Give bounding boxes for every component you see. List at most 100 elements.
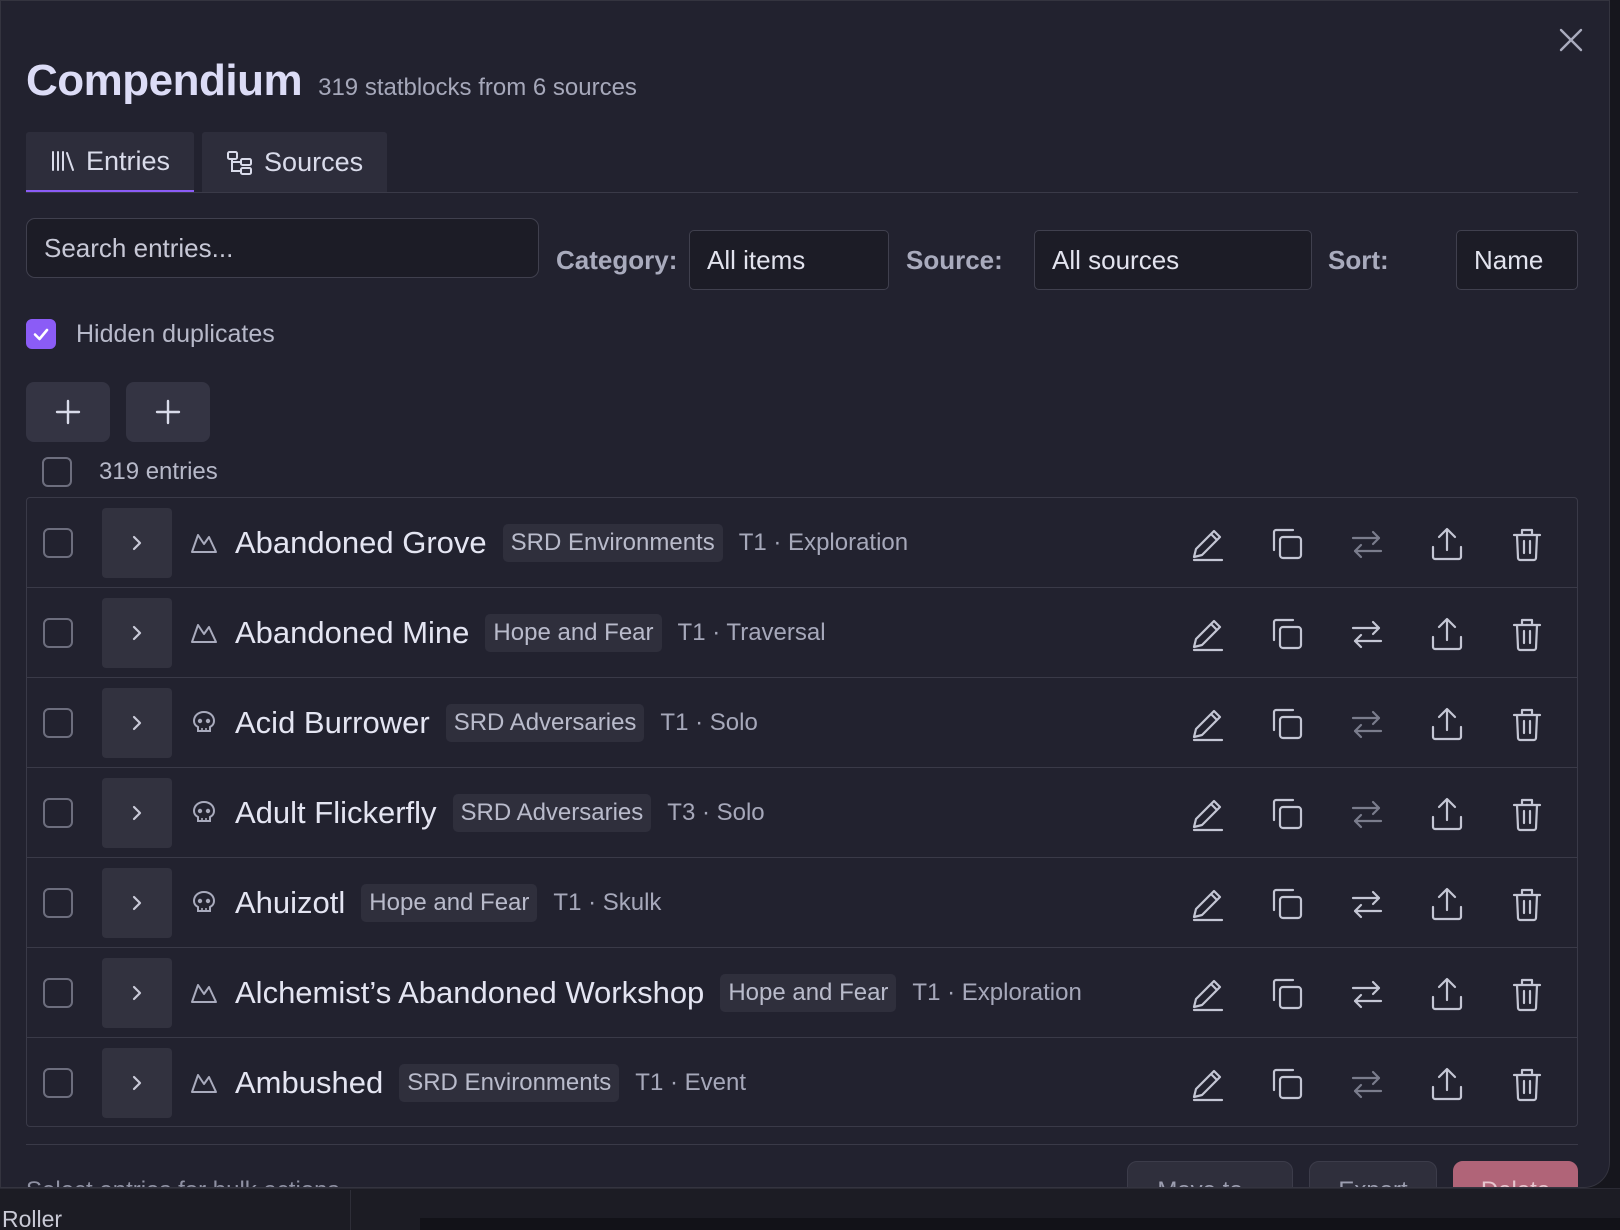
upload-icon <box>1431 1067 1463 1101</box>
filter-bar: Category: All items Source: All sources … <box>26 218 1578 290</box>
close-icon <box>1559 28 1583 52</box>
move-button[interactable] <box>1343 610 1391 658</box>
edit-button[interactable] <box>1183 790 1231 838</box>
expand-button[interactable] <box>102 958 172 1028</box>
select-all-checkbox[interactable] <box>42 457 72 487</box>
expand-button[interactable] <box>102 508 172 578</box>
delete-entry-button[interactable] <box>1503 790 1551 838</box>
source-select[interactable]: All sources <box>1034 230 1312 290</box>
edit-button[interactable] <box>1183 1060 1231 1108</box>
chevron-right-icon <box>132 625 142 641</box>
bulk-actions-hint: Select entries for bulk actions <box>26 1177 340 1187</box>
duplicate-button[interactable] <box>1263 970 1311 1018</box>
entry-name[interactable]: Acid Burrower <box>235 705 430 741</box>
export-button[interactable]: Export <box>1309 1161 1437 1187</box>
row-checkbox[interactable] <box>43 1068 73 1098</box>
duplicate-button[interactable] <box>1263 610 1311 658</box>
upload-icon <box>1431 707 1463 741</box>
table-row[interactable]: Alchemist’s Abandoned Workshop Hope and F… <box>27 948 1577 1038</box>
move-button[interactable] <box>1343 700 1391 748</box>
delete-entry-button[interactable] <box>1503 1060 1551 1108</box>
hidden-duplicates-checkbox[interactable] <box>26 319 56 349</box>
row-checkbox[interactable] <box>43 708 73 738</box>
upload-icon <box>1431 527 1463 561</box>
entry-name[interactable]: Adult Flickerfly <box>235 795 437 831</box>
entry-meta: T1 · Traversal <box>677 619 826 646</box>
move-button[interactable] <box>1343 1060 1391 1108</box>
entry-name[interactable]: Ahuizotl <box>235 885 345 921</box>
entry-name[interactable]: Abandoned Mine <box>235 615 469 651</box>
duplicate-button[interactable] <box>1263 700 1311 748</box>
background-panel <box>420 1218 1620 1230</box>
edit-button[interactable] <box>1183 880 1231 928</box>
delete-entry-button[interactable] <box>1503 610 1551 658</box>
library-icon <box>52 151 74 171</box>
row-actions <box>1183 520 1551 568</box>
trash-icon <box>1512 978 1542 1012</box>
expand-button[interactable] <box>102 778 172 848</box>
sort-select[interactable]: Name <box>1456 230 1578 290</box>
swap-icon <box>1351 620 1383 649</box>
delete-entry-button[interactable] <box>1503 970 1551 1018</box>
expand-button[interactable] <box>102 1048 172 1118</box>
table-row[interactable]: Abandoned Grove SRD Environments T1 · Expl… <box>27 498 1577 588</box>
search-input[interactable] <box>26 218 539 278</box>
table-row[interactable]: Ahuizotl Hope and Fear T1 · Skulk <box>27 858 1577 948</box>
row-checkbox[interactable] <box>43 798 73 828</box>
tab-entries[interactable]: Entries <box>26 132 195 193</box>
trash-icon <box>1512 708 1542 742</box>
sort-value: Name <box>1474 244 1544 275</box>
duplicate-button[interactable] <box>1263 1060 1311 1108</box>
move-button[interactable] <box>1343 790 1391 838</box>
move-button[interactable] <box>1343 970 1391 1018</box>
close-button[interactable] <box>1556 25 1586 55</box>
add-entry-button[interactable] <box>26 382 110 442</box>
export-entry-button[interactable] <box>1423 1060 1471 1108</box>
export-entry-button[interactable] <box>1423 700 1471 748</box>
table-row[interactable]: Ambushed SRD Environments T1 · Event <box>27 1038 1577 1126</box>
export-entry-button[interactable] <box>1423 790 1471 838</box>
table-row[interactable]: Adult Flickerfly SRD Adversaries T3 · Solo <box>27 768 1577 858</box>
row-checkbox[interactable] <box>43 528 73 558</box>
tab-sources[interactable]: Sources <box>202 132 388 193</box>
swap-icon <box>1351 710 1383 739</box>
expand-button[interactable] <box>102 688 172 758</box>
edit-button[interactable] <box>1183 970 1231 1018</box>
duplicate-button[interactable] <box>1263 880 1311 928</box>
row-actions <box>1183 700 1551 748</box>
copy-icon <box>1272 708 1303 740</box>
export-label: Export <box>1338 1177 1407 1187</box>
edit-button[interactable] <box>1183 700 1231 748</box>
entry-name[interactable]: Alchemist’s Abandoned Workshop <box>235 975 704 1011</box>
category-select[interactable]: All items <box>689 230 889 290</box>
background-app-label: Roller <box>2 1206 63 1230</box>
move-button[interactable] <box>1343 880 1391 928</box>
expand-button[interactable] <box>102 598 172 668</box>
row-checkbox[interactable] <box>43 888 73 918</box>
add-entry-alt-button[interactable] <box>126 382 210 442</box>
header: Compendium 319 statblocks from 6 sources <box>26 56 637 106</box>
row-checkbox[interactable] <box>43 978 73 1008</box>
export-entry-button[interactable] <box>1423 610 1471 658</box>
footer-divider <box>26 1144 1578 1145</box>
move-to-button[interactable]: Move to... <box>1127 1161 1293 1187</box>
table-row[interactable]: Abandoned Mine Hope and Fear T1 · Traversa… <box>27 588 1577 678</box>
duplicate-button[interactable] <box>1263 790 1311 838</box>
export-entry-button[interactable] <box>1423 880 1471 928</box>
expand-button[interactable] <box>102 868 172 938</box>
source-badge: Hope and Fear <box>361 884 538 922</box>
entry-name[interactable]: Ambushed <box>235 1065 383 1101</box>
table-row[interactable]: Acid Burrower SRD Adversaries T1 · Solo <box>27 678 1577 768</box>
row-checkbox[interactable] <box>43 618 73 648</box>
entry-name[interactable]: Abandoned Grove <box>235 525 487 561</box>
delete-entry-button[interactable] <box>1503 700 1551 748</box>
export-entry-button[interactable] <box>1423 520 1471 568</box>
edit-button[interactable] <box>1183 520 1231 568</box>
export-entry-button[interactable] <box>1423 970 1471 1018</box>
delete-button[interactable]: Delete <box>1453 1161 1578 1187</box>
move-button[interactable] <box>1343 520 1391 568</box>
edit-button[interactable] <box>1183 610 1231 658</box>
delete-entry-button[interactable] <box>1503 520 1551 568</box>
delete-entry-button[interactable] <box>1503 880 1551 928</box>
duplicate-button[interactable] <box>1263 520 1311 568</box>
